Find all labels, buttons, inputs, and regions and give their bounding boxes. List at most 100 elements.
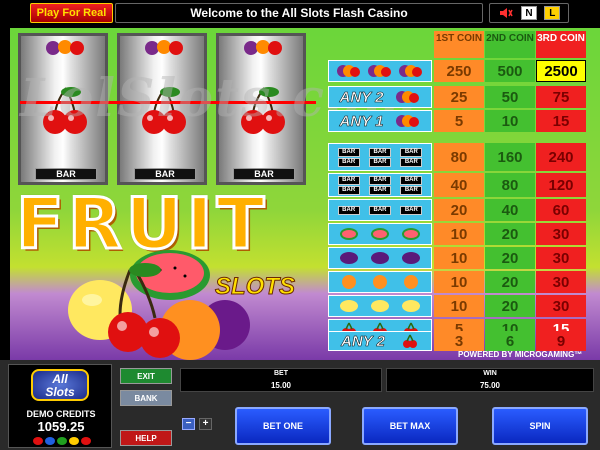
payout-2nd: 6 xyxy=(485,331,535,351)
any-label: ANY 1 xyxy=(339,112,384,130)
payout-2nd: 50 xyxy=(485,86,535,108)
paytable-row: BAR BAR BAR BAR BAR BAR 40 80 120 xyxy=(328,173,590,197)
payout-2nd: 40 xyxy=(485,199,535,221)
triple-bar-icon: BAR BAR xyxy=(368,147,391,167)
symbol-cell xyxy=(328,247,432,269)
paytable-row: BAR BAR BAR 20 40 60 xyxy=(328,199,590,221)
l-icon[interactable]: L xyxy=(544,6,561,20)
paytable-row: 10 20 30 xyxy=(328,247,590,269)
welcome-banner: Welcome to the All Slots Flash Casino xyxy=(115,3,483,23)
header-1st-coin: 1ST COIN xyxy=(434,31,484,58)
symbol-cell: BAR BAR BAR BAR BAR BAR xyxy=(328,143,432,171)
symbol-cell xyxy=(328,295,432,317)
bar-label: BAR xyxy=(337,185,360,195)
double-bar-icon: BAR BAR xyxy=(368,175,391,195)
payout-1st: 10 xyxy=(434,223,484,245)
mixed-fruit-icon xyxy=(396,115,420,127)
control-panel: All Slots DEMO CREDITS 1059.25 EXIT BANK… xyxy=(0,360,600,450)
payout-1st: 40 xyxy=(434,173,484,197)
lemon-icon xyxy=(370,300,389,312)
paytable-row: ANY 2 25 50 75 xyxy=(328,86,590,108)
payout-3rd: 9 xyxy=(536,331,586,351)
spin-button[interactable]: SPIN xyxy=(492,407,588,445)
bar-label: BAR xyxy=(337,147,360,157)
mixed-fruit-icon xyxy=(336,65,360,77)
bet-one-button[interactable]: BET ONE xyxy=(235,407,331,445)
decrease-bet-button[interactable]: − xyxy=(182,418,195,430)
lemon-icon xyxy=(339,300,358,312)
chip-icon xyxy=(69,437,79,445)
payout-3rd: 240 xyxy=(536,143,586,171)
paytable-row: 10 20 30 xyxy=(328,295,590,317)
watermelon-icon xyxy=(402,228,421,240)
help-button[interactable]: HELP xyxy=(120,430,172,446)
orange-icon xyxy=(404,275,419,289)
win-value: 75.00 xyxy=(479,381,501,390)
mixed-fruit-icon xyxy=(244,40,282,55)
symbol-cell: ANY 2 xyxy=(328,86,432,108)
payout-1st: 5 xyxy=(434,110,484,132)
payout-3rd: 15 xyxy=(536,110,586,132)
symbol-cell: ANY 2 xyxy=(328,331,432,351)
win-label: WIN xyxy=(483,370,497,377)
logo-line-2: Slots xyxy=(45,385,75,399)
bar-label: BAR xyxy=(368,147,391,157)
payout-3rd: 75 xyxy=(536,86,586,108)
single-bar-icon: BAR xyxy=(400,205,423,215)
paytable-row: 10 20 30 xyxy=(328,223,590,245)
payout-2nd: 20 xyxy=(485,223,535,245)
exit-button[interactable]: EXIT xyxy=(120,368,172,384)
play-for-real-button[interactable]: Play For Real xyxy=(30,3,113,23)
bet-max-button[interactable]: BET MAX xyxy=(362,407,458,445)
top-icons-group: N L xyxy=(489,3,569,23)
payout-3rd-highlight: 2500 xyxy=(536,60,586,82)
symbol-cell xyxy=(328,60,432,82)
payout-2nd: 500 xyxy=(485,60,535,82)
top-bar: Play For Real Welcome to the All Slots F… xyxy=(0,0,600,28)
payout-1st: 10 xyxy=(434,295,484,317)
bar-label: BAR xyxy=(400,147,423,157)
watermelon-icon xyxy=(339,228,358,240)
payout-2nd: 10 xyxy=(485,110,535,132)
payout-3rd: 60 xyxy=(536,199,586,221)
header-2nd-coin: 2ND COIN xyxy=(485,31,535,58)
bet-label: BET xyxy=(274,370,288,377)
cherry-icon xyxy=(402,334,417,348)
any-label: ANY 2 xyxy=(339,88,384,106)
powered-by-text: POWERED BY MICROGAMING™ xyxy=(458,350,583,359)
game-area: BAR BAR BAR LolSlots.com FRUIT SLOTS 1ST… xyxy=(10,28,600,360)
plum-icon xyxy=(339,252,358,264)
demo-credits-value: 1059.25 xyxy=(37,419,85,434)
bar-label: BAR xyxy=(368,175,391,185)
orange-icon xyxy=(372,275,387,289)
payout-3rd: 30 xyxy=(536,223,586,245)
orange-icon xyxy=(341,275,356,289)
payout-2nd: 160 xyxy=(485,143,535,171)
single-bar-icon: BAR xyxy=(337,205,360,215)
bar-symbol: BAR xyxy=(134,168,196,180)
mixed-fruit-icon xyxy=(399,65,423,77)
paytable: 1ST COIN 2ND COIN 3RD COIN 250 500 2500 … xyxy=(328,28,598,350)
symbol-cell xyxy=(328,271,432,293)
watermelon-icon xyxy=(370,228,389,240)
symbol-cell: ANY 1 xyxy=(328,110,432,132)
bar-symbol: BAR xyxy=(35,168,97,180)
plum-icon xyxy=(370,252,389,264)
bar-label: BAR xyxy=(400,175,423,185)
n-icon[interactable]: N xyxy=(520,6,537,20)
bar-label: BAR xyxy=(337,157,360,167)
chip-icon xyxy=(45,437,55,445)
bar-label: BAR xyxy=(400,157,423,167)
reels-area: BAR BAR BAR LolSlots.com FRUIT SLOTS xyxy=(10,28,418,360)
increase-bet-button[interactable]: + xyxy=(199,418,212,430)
mixed-fruit-icon xyxy=(367,65,391,77)
plum-icon xyxy=(402,252,421,264)
bar-symbol: BAR xyxy=(233,168,295,180)
sound-mute-icon[interactable] xyxy=(498,6,514,20)
bank-button[interactable]: BANK xyxy=(120,390,172,406)
any-label: ANY 2 xyxy=(341,332,385,350)
bar-label: BAR xyxy=(368,185,391,195)
payout-2nd: 20 xyxy=(485,271,535,293)
mixed-fruit-icon xyxy=(46,40,84,55)
paytable-row: 10 20 30 xyxy=(328,271,590,293)
